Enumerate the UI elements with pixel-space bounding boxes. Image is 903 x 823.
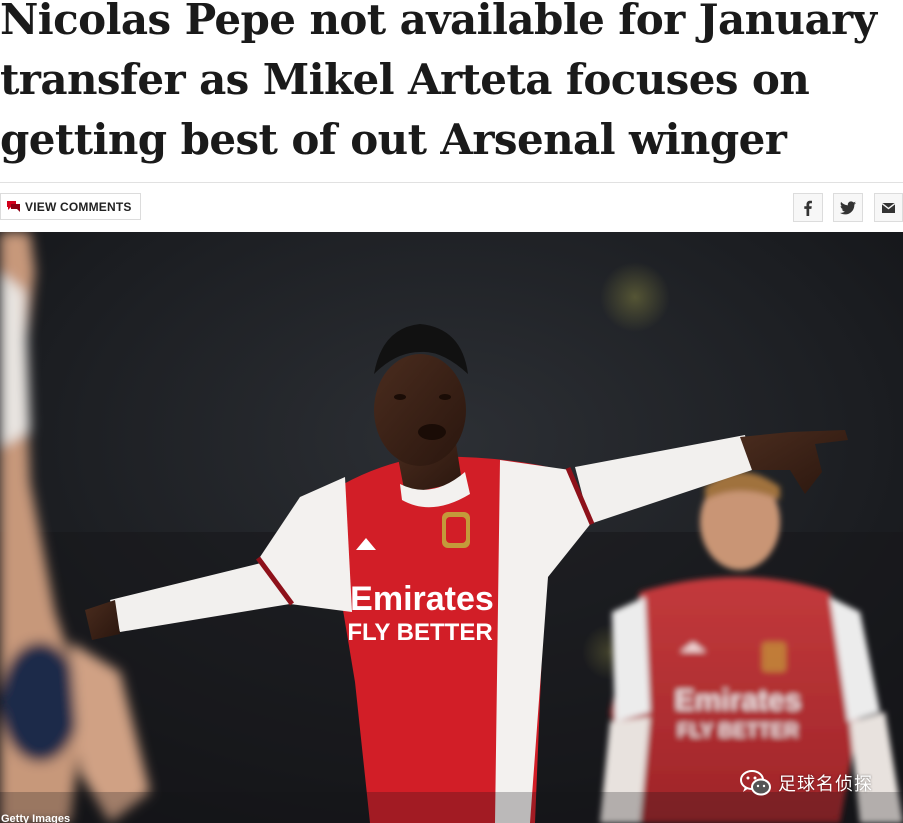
article-photo: Emirates FLY BETTER Emirates FLY BETTER … bbox=[0, 232, 903, 823]
shirt-sponsor-text: Emirates bbox=[350, 580, 494, 618]
view-comments-label: VIEW COMMENTS bbox=[25, 199, 132, 214]
wechat-icon bbox=[740, 770, 771, 796]
photo-credit: Getty Images bbox=[1, 813, 71, 823]
article-toolbar: VIEW COMMENTS bbox=[0, 193, 903, 223]
view-comments-button[interactable]: VIEW COMMENTS bbox=[0, 193, 141, 220]
share-twitter-button[interactable] bbox=[833, 193, 863, 222]
svg-text:Emirates: Emirates bbox=[675, 684, 802, 717]
football-scene-illustration: Emirates FLY BETTER Emirates FLY BETTER bbox=[0, 232, 903, 823]
share-facebook-button[interactable] bbox=[793, 193, 823, 222]
article-headline: Nicolas Pepe not available for January t… bbox=[0, 0, 877, 164]
watermark-text: 足球名侦探 bbox=[778, 774, 873, 795]
source-watermark: 足球名侦探 bbox=[740, 769, 873, 797]
share-email-button[interactable] bbox=[874, 193, 903, 222]
shirt-tagline-text: FLY BETTER bbox=[347, 619, 492, 646]
comment-bubble-icon bbox=[7, 201, 20, 212]
facebook-icon bbox=[804, 200, 812, 216]
header-divider bbox=[0, 182, 903, 183]
twitter-icon bbox=[840, 200, 856, 214]
svg-text:FLY BETTER: FLY BETTER bbox=[677, 720, 799, 742]
email-icon bbox=[882, 202, 895, 213]
